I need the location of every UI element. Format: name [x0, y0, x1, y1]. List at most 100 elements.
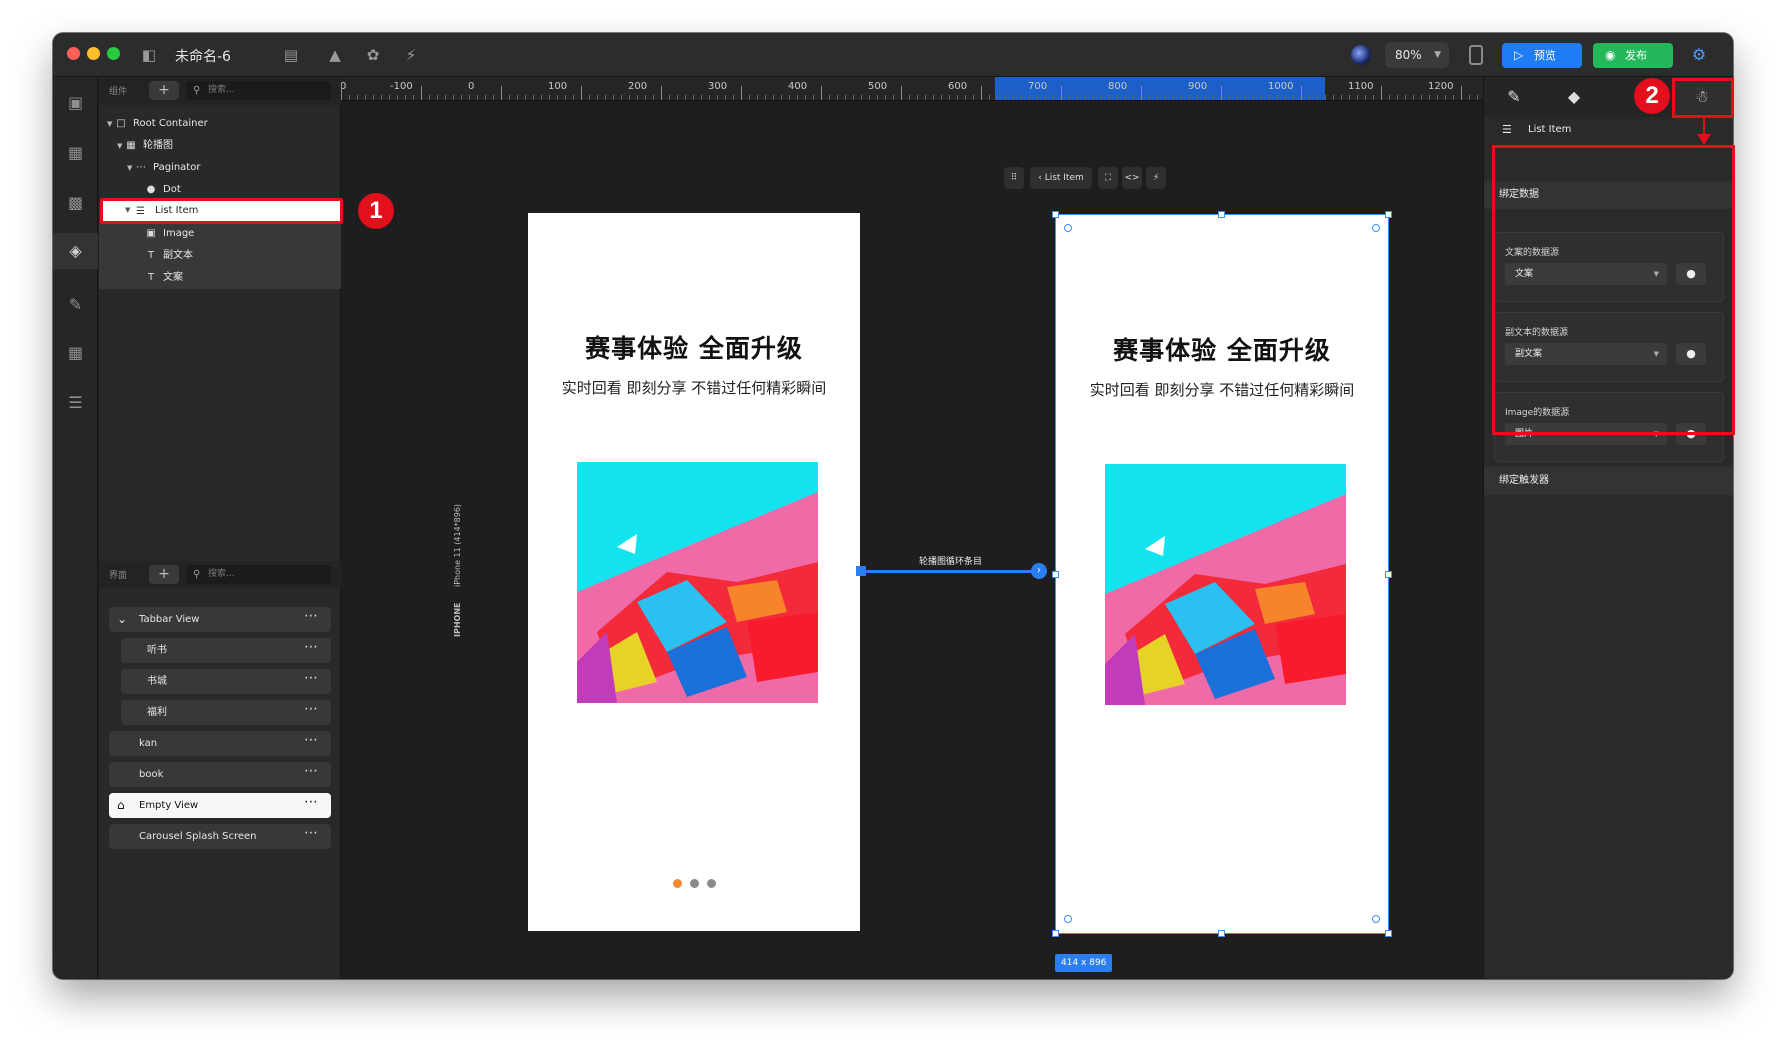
more-icon[interactable]: ⋯ [304, 728, 319, 753]
list-item-breadcrumb[interactable]: ‹ List Item [1030, 167, 1092, 189]
ruler-tick-mark [1229, 95, 1230, 100]
lightning-icon[interactable]: ⚡ [1146, 167, 1166, 189]
zoom-window-button[interactable] [107, 47, 120, 60]
data-table-icon[interactable]: ▦ [53, 335, 98, 371]
artboard-carousel[interactable]: 赛事体验 全面升级 实时回看 即刻分享 不错过任何精彩瞬间 [528, 213, 860, 931]
cube-icon[interactable]: ▣ [53, 85, 98, 121]
screen-item-label: Carousel Splash Screen [139, 831, 257, 842]
resize-handle[interactable] [1052, 571, 1059, 578]
loop-connector-line[interactable] [860, 570, 1038, 573]
more-icon[interactable]: ⋯ [304, 635, 319, 660]
ruler-tick-mark [541, 95, 542, 100]
screen-list: ⌄ Tabbar View ⋯ 听书 ⋯ 书城 ⋯ 福利 ⋯ kan ⋯ boo… [109, 607, 331, 855]
screen-item-carousel-splash[interactable]: Carousel Splash Screen ⋯ [109, 824, 331, 849]
code-icon[interactable]: <> [1122, 167, 1142, 189]
corner-radius-handle[interactable] [1372, 224, 1380, 232]
screen-item-benefits[interactable]: 福利 ⋯ [121, 700, 331, 725]
lightning-icon[interactable]: ⚡ [401, 45, 421, 65]
zoom-select[interactable]: 80% ▼ [1385, 42, 1449, 68]
minimize-window-button[interactable] [87, 47, 100, 60]
expand-icon[interactable]: ⛶ [1098, 167, 1118, 189]
paginator-dot-active[interactable] [672, 879, 682, 888]
paginator-dot[interactable] [706, 879, 716, 888]
chevron-down-icon[interactable]: ⌄ [117, 607, 127, 632]
pin-icon[interactable]: ✎ [53, 287, 98, 323]
resize-handle[interactable] [1385, 571, 1392, 578]
interaction-icon[interactable]: ◆ [1544, 77, 1604, 117]
ruler-tick-mark [781, 95, 782, 100]
paginator[interactable] [528, 873, 860, 892]
screen-item-label: 书城 [147, 676, 167, 687]
connector-start-handle[interactable] [856, 566, 866, 576]
chevron-down-icon[interactable]: ▼ [107, 113, 112, 135]
ruler-tick-mark [613, 95, 614, 100]
resize-handle[interactable] [1218, 930, 1225, 937]
ruler-tick-mark [549, 95, 550, 100]
paginator-dot[interactable] [689, 879, 699, 888]
more-icon[interactable]: ⋯ [304, 790, 319, 815]
layers-search-input[interactable]: ⚲ 搜索... [186, 81, 331, 100]
tree-item-label: 文案 [163, 272, 183, 283]
screens-search-input[interactable]: ⚲ 搜索... [186, 565, 331, 584]
tree-item-root-container[interactable]: ▼ □ Root Container [99, 113, 341, 135]
tree-item-carousel[interactable]: ▼ ▦ 轮播图 [99, 135, 341, 157]
tree-item-paginator[interactable]: ▼ ⋯ Paginator [99, 157, 341, 179]
ruler-tick-mark [389, 95, 390, 100]
preview-button[interactable]: ▷ 预览 [1502, 43, 1582, 68]
resize-handle[interactable] [1052, 211, 1059, 218]
chevron-down-icon[interactable]: ▼ [127, 157, 132, 179]
screen-item-book[interactable]: book ⋯ [109, 762, 331, 787]
ruler-tick-mark [733, 95, 734, 100]
ruler-tick-mark [725, 95, 726, 100]
components-icon[interactable]: ✿ [363, 45, 383, 65]
layers-icon[interactable]: ◈ [53, 233, 98, 269]
more-icon[interactable]: ⋯ [304, 604, 319, 629]
design-canvas[interactable]: 0 -100 0 100 200 300 400 500 600 700 800… [341, 77, 1483, 979]
more-icon[interactable]: ⋯ [304, 666, 319, 691]
close-window-button[interactable] [67, 47, 80, 60]
screen-item-tabbar-view[interactable]: ⌄ Tabbar View ⋯ [109, 607, 331, 632]
screen-item-kan[interactable]: kan ⋯ [109, 731, 331, 756]
tree-item-image[interactable]: ▣ Image [99, 223, 341, 245]
corner-radius-handle[interactable] [1064, 915, 1072, 923]
style-brush-icon[interactable]: ✎ [1484, 77, 1544, 117]
resize-handle[interactable] [1385, 930, 1392, 937]
add-screen-button[interactable]: + [149, 565, 179, 584]
screen-item-bookstore[interactable]: 书城 ⋯ [121, 669, 331, 694]
list-item-highlight[interactable]: ▼ ☰ List Item [100, 198, 343, 224]
sidebar-toggle-icon[interactable]: ◧ [139, 45, 159, 65]
screen-item-empty-view[interactable]: ⌂ Empty View ⋯ [109, 793, 331, 818]
corner-radius-handle[interactable] [1372, 915, 1380, 923]
corner-radius-handle[interactable] [1064, 224, 1072, 232]
ruler-tick: 0 [468, 81, 475, 92]
screens-panel-header: 界面 + ⚲ 搜索... [99, 561, 341, 589]
device-preview-icon[interactable] [1469, 45, 1483, 65]
drag-handle-icon[interactable]: ⠿ [1004, 167, 1024, 189]
resize-handle[interactable] [1218, 211, 1225, 218]
add-component-button[interactable]: + [149, 81, 179, 100]
more-icon[interactable]: ⋯ [304, 821, 319, 846]
layout-icon[interactable]: ▩ [53, 185, 98, 221]
components-tree-icon[interactable]: ▦ [53, 135, 98, 171]
document-icon[interactable]: ▤ [281, 45, 301, 65]
more-icon[interactable]: ⋯ [304, 759, 319, 784]
bind-trigger-section-title[interactable]: 绑定触发器 [1484, 467, 1733, 495]
resize-handle[interactable] [1385, 211, 1392, 218]
sliders-icon[interactable]: ⚙ [1689, 45, 1709, 65]
ruler-tick-mark [429, 95, 430, 100]
connector-end-arrow-icon[interactable]: › [1031, 563, 1047, 579]
ruler-tick-mark [677, 95, 678, 100]
chevron-down-icon[interactable]: ▼ [117, 135, 122, 157]
screen-item-listen[interactable]: 听书 ⋯ [121, 638, 331, 663]
resize-handle[interactable] [1052, 930, 1059, 937]
more-icon[interactable]: ⋯ [304, 697, 319, 722]
tree-item-subtext[interactable]: T 副文本 [99, 245, 341, 267]
selection-frame[interactable] [1055, 214, 1389, 934]
publish-button[interactable]: ◉ 发布 [1593, 43, 1673, 68]
triangle-tool-icon[interactable]: ▲ [325, 45, 345, 65]
tree-item-copy[interactable]: T 文案 [99, 267, 341, 289]
grid-list-icon[interactable]: ☰ [53, 385, 98, 421]
hero-image[interactable] [577, 462, 818, 703]
user-avatar[interactable] [1351, 45, 1371, 65]
ruler-tick-mark [1365, 95, 1366, 100]
